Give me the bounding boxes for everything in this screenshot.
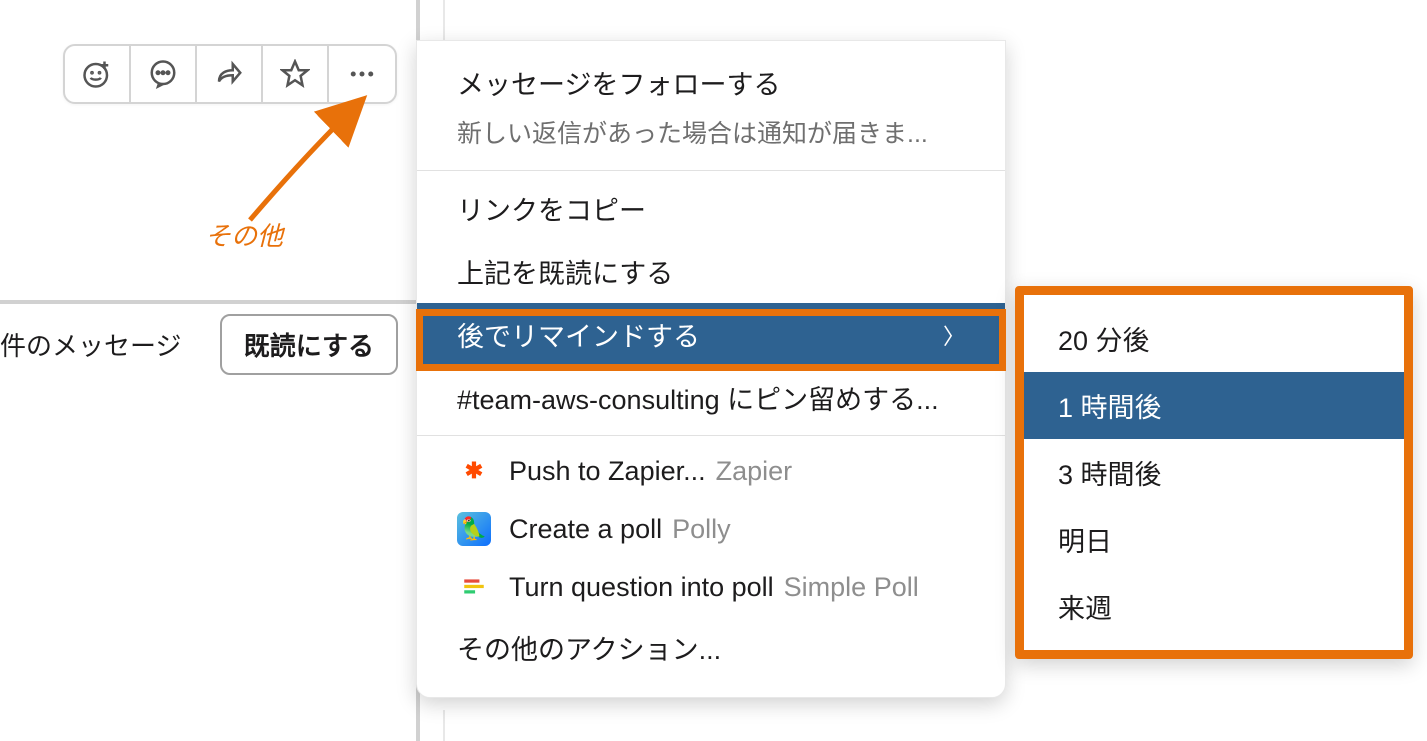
menu-item-label: 上記を既読にする <box>457 252 673 291</box>
share-arrow-icon <box>214 59 244 89</box>
star-button[interactable] <box>263 46 329 102</box>
menu-item-label: Create a poll <box>509 514 662 545</box>
vertical-divider-thin-bottom <box>443 710 445 741</box>
star-icon <box>280 59 310 89</box>
menu-item-label: メッセージをフォローする <box>457 63 780 102</box>
menu-item-label: #team-aws-consulting にピン留めする... <box>457 378 939 417</box>
menu-item-more-actions[interactable]: その他のアクション... <box>417 616 1005 679</box>
polly-icon: 🦜 <box>457 512 491 546</box>
menu-item-follow[interactable]: メッセージをフォローする <box>417 51 1005 114</box>
chevron-right-icon: 〉 <box>943 319 965 351</box>
thread-button[interactable] <box>131 46 197 102</box>
menu-divider <box>417 435 1005 436</box>
message-context-menu: メッセージをフォローする 新しい返信があった場合は通知が届きま... リンクをコ… <box>416 40 1006 698</box>
mark-read-button[interactable]: 既読にする <box>220 314 398 375</box>
simple-poll-icon <box>457 570 491 604</box>
menu-item-label: Turn question into poll <box>509 572 774 603</box>
submenu-item-3hour[interactable]: 3 時間後 <box>1024 439 1404 506</box>
message-action-toolbar <box>63 44 397 104</box>
annotation-label: その他 <box>205 216 283 253</box>
menu-item-pin[interactable]: #team-aws-consulting にピン留めする... <box>417 366 1005 429</box>
menu-item-follow-subtitle: 新しい返信があった場合は通知が届きま... <box>417 114 1005 164</box>
menu-item-label: リンクをコピー <box>457 189 646 228</box>
menu-item-app-name: Simple Poll <box>784 572 919 603</box>
menu-item-app-polly[interactable]: 🦜 Create a poll Polly <box>417 500 1005 558</box>
menu-item-label: その他のアクション... <box>457 628 721 667</box>
submenu-item-nextweek[interactable]: 来週 <box>1024 573 1404 640</box>
remind-submenu: 20 分後 1 時間後 3 時間後 明日 来週 <box>1015 286 1413 659</box>
menu-item-copy-link[interactable]: リンクをコピー <box>417 177 1005 240</box>
menu-item-app-name: Polly <box>672 514 731 545</box>
menu-item-app-name: Zapier <box>716 456 793 487</box>
emoji-add-icon <box>82 59 112 89</box>
messages-count-row: 件のメッセージ 既読にする <box>0 312 416 376</box>
horizontal-divider <box>0 300 416 304</box>
menu-divider <box>417 170 1005 171</box>
menu-item-app-zapier[interactable]: ✱ Push to Zapier... Zapier <box>417 442 1005 500</box>
menu-item-remind-later[interactable]: 後でリマインドする 〉 <box>417 303 1005 366</box>
zapier-icon: ✱ <box>457 454 491 488</box>
submenu-item-1hour[interactable]: 1 時間後 <box>1024 372 1404 439</box>
emoji-add-button[interactable] <box>65 46 131 102</box>
thread-icon <box>148 59 178 89</box>
menu-item-app-simple-poll[interactable]: Turn question into poll Simple Poll <box>417 558 1005 616</box>
menu-item-label: Push to Zapier... <box>509 456 706 487</box>
more-actions-button[interactable] <box>329 46 395 102</box>
menu-item-mark-read-above[interactable]: 上記を既読にする <box>417 240 1005 303</box>
submenu-item-20min[interactable]: 20 分後 <box>1024 305 1404 372</box>
menu-item-label: 後でリマインドする <box>457 315 700 354</box>
submenu-item-tomorrow[interactable]: 明日 <box>1024 506 1404 573</box>
messages-count-text: 件のメッセージ <box>0 326 181 363</box>
more-icon <box>347 59 377 89</box>
share-button[interactable] <box>197 46 263 102</box>
